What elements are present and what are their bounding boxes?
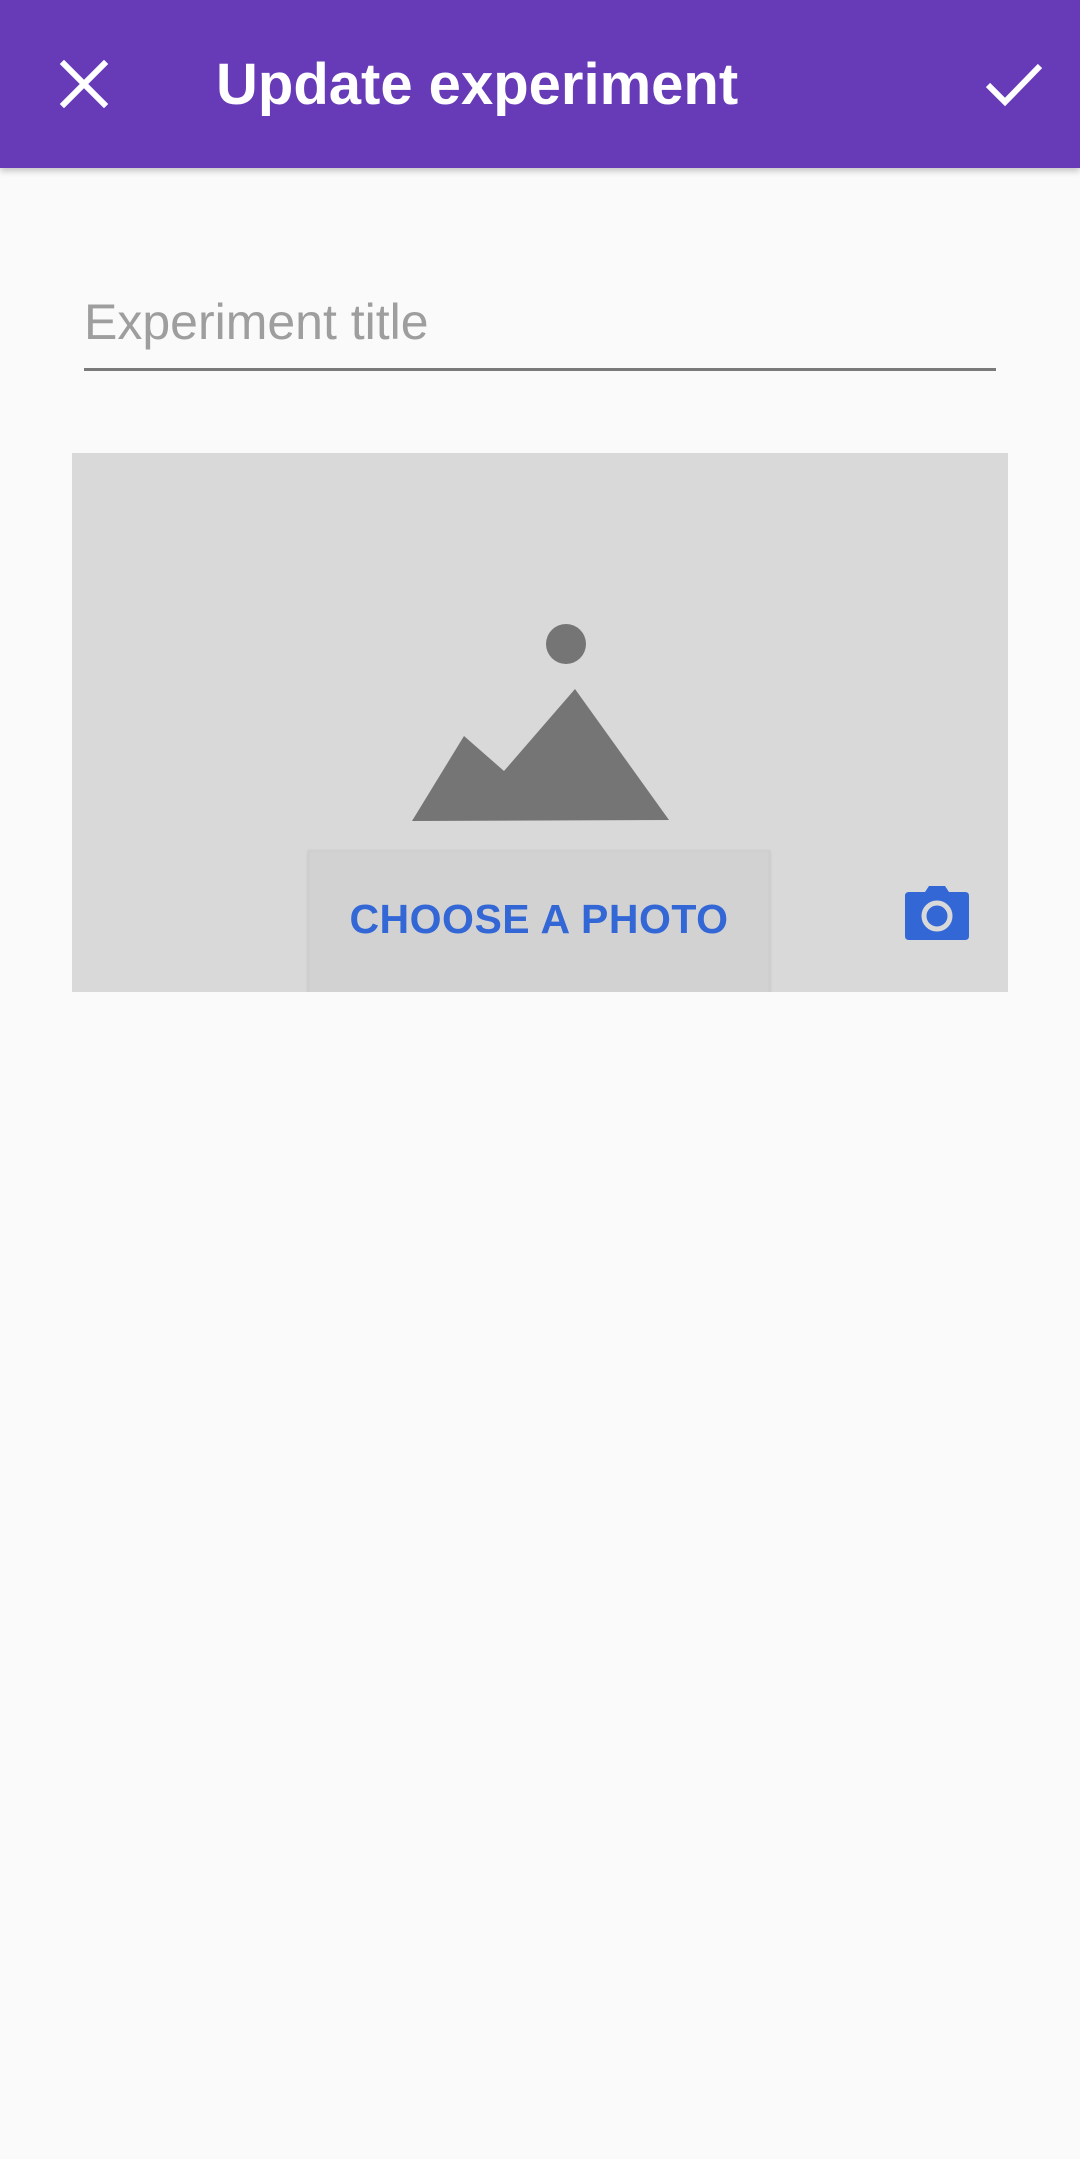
close-icon <box>60 60 108 108</box>
take-photo-button[interactable] <box>894 875 980 951</box>
save-button[interactable] <box>954 24 1074 144</box>
page-title: Update experiment <box>216 52 739 117</box>
edit-experiment-form: CHOOSE A PHOTO <box>0 168 1080 2159</box>
choose-photo-button[interactable]: CHOOSE A PHOTO <box>308 850 770 992</box>
camera-icon <box>905 886 969 940</box>
choose-photo-label: CHOOSE A PHOTO <box>349 896 729 942</box>
close-button[interactable] <box>24 24 144 144</box>
image-placeholder-icon <box>412 624 669 821</box>
app-bar: Update experiment <box>0 0 1080 168</box>
experiment-photo-area: CHOOSE A PHOTO <box>72 453 1008 992</box>
check-icon <box>985 63 1043 107</box>
experiment-title-input[interactable] <box>84 276 996 371</box>
